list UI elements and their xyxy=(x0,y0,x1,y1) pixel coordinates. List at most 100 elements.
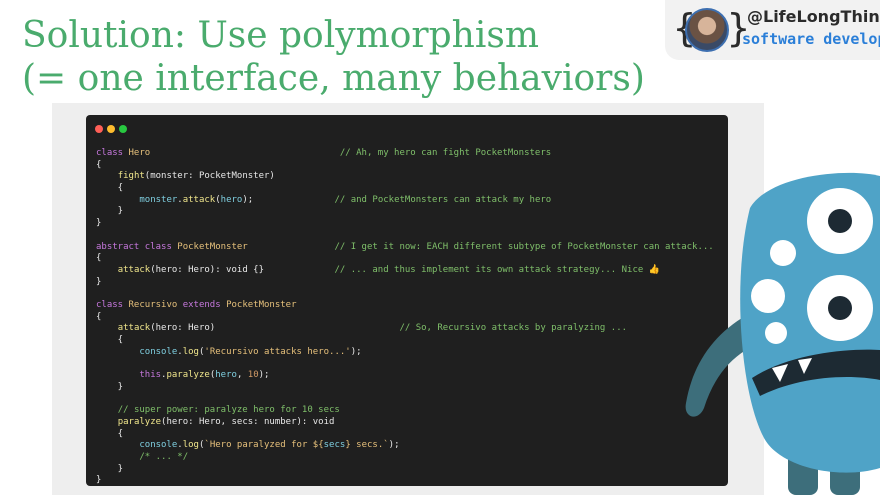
code-line: { xyxy=(96,160,714,172)
code-token: paralyze xyxy=(117,416,162,427)
code-token: Hero xyxy=(128,148,151,158)
code-token: (monster: PocketMonster) xyxy=(144,171,275,182)
slide-title: Solution: Use polymorphism (= one interf… xyxy=(22,14,645,100)
code-token: { xyxy=(96,428,124,439)
code-token: hero xyxy=(220,194,243,205)
code-token: , xyxy=(236,370,248,381)
code-token: paralyze xyxy=(166,370,210,381)
code-token: ); xyxy=(258,370,270,381)
code-token: /* ... */ xyxy=(139,451,189,462)
code-line: class Hero // Ah, my hero can fight Pock… xyxy=(96,148,714,160)
code-line: paralyze(hero: Hero, secs: number): void xyxy=(96,417,714,429)
minimize-window-icon[interactable] xyxy=(107,125,115,133)
slide-title-line-2: (= one interface, many behaviors) xyxy=(22,58,645,99)
code-line: } xyxy=(96,218,714,230)
code-token: 'Recursivo attacks hero...' xyxy=(204,346,351,357)
code-token: attack xyxy=(117,264,151,275)
code-line: attack(hero: Hero): void {} // ... and t… xyxy=(96,265,714,277)
code-token: { xyxy=(96,183,124,194)
code-line: abstract class PocketMonster // I get it… xyxy=(96,242,714,254)
close-window-icon[interactable] xyxy=(95,125,103,133)
code-token: fight xyxy=(117,171,145,182)
code-line: } xyxy=(96,382,714,394)
code-token: 10 xyxy=(247,370,259,381)
code-line: { xyxy=(96,253,714,265)
code-token: } secs.` xyxy=(345,440,389,451)
code-line: } xyxy=(96,475,714,487)
maximize-window-icon[interactable] xyxy=(119,125,127,133)
code-token: class xyxy=(96,299,129,310)
code-token: abstract class xyxy=(96,241,178,252)
code-line: /* ... */ xyxy=(96,452,714,464)
code-token: { xyxy=(96,253,102,264)
code-token: PocketMonster xyxy=(177,241,248,252)
code-line: console.log(`Hero paralyzed for ${secs} … xyxy=(96,440,714,452)
code-token: } xyxy=(96,276,102,287)
avatar xyxy=(685,8,729,52)
code-line: } xyxy=(96,206,714,218)
code-line: fight(monster: PocketMonster) xyxy=(96,171,714,183)
code-token: ); xyxy=(350,346,362,357)
code-line: } xyxy=(96,464,714,476)
code-token: { xyxy=(96,311,102,322)
code-block: class Hero // Ah, my hero can fight Pock… xyxy=(96,148,714,487)
code-token: log xyxy=(182,346,199,357)
code-line: { xyxy=(96,312,714,324)
code-token: (hero: Hero) xyxy=(150,323,400,334)
code-token: // Ah, my hero can fight PocketMonsters xyxy=(339,148,552,158)
code-token: } xyxy=(96,381,124,392)
code-token: // and PocketMonsters can attack my hero xyxy=(334,194,552,205)
code-line: { xyxy=(96,335,714,347)
monster-mascot-illustration xyxy=(685,172,880,495)
slide-title-line-1: Solution: Use polymorphism xyxy=(22,15,539,56)
code-token: // ... and thus implement its own attack… xyxy=(334,264,660,275)
code-token: ); xyxy=(242,194,335,205)
code-token: log xyxy=(182,440,199,451)
code-token: PocketMonster xyxy=(226,299,297,310)
code-token: `Hero paralyzed for ${ xyxy=(204,440,324,451)
code-token: (hero: Hero, secs: number): void xyxy=(161,416,335,427)
code-token: extends xyxy=(182,299,227,310)
code-token: } xyxy=(96,218,102,229)
code-line: class Recursivo extends PocketMonster xyxy=(96,300,714,312)
author-role: software developer xyxy=(742,30,880,48)
code-token: { xyxy=(96,159,102,170)
code-token: ); xyxy=(388,440,400,451)
code-token: monster xyxy=(139,194,178,205)
code-token: { xyxy=(96,335,124,345)
code-token: // I get it now: EACH different subtype … xyxy=(334,241,714,252)
code-line: { xyxy=(96,183,714,195)
code-line: console.log('Recursivo attacks hero...')… xyxy=(96,347,714,359)
code-token: } xyxy=(96,475,102,486)
code-line: monster.attack(hero); // and PocketMonst… xyxy=(96,195,714,207)
code-token: class xyxy=(96,148,129,158)
code-token: this xyxy=(139,370,162,381)
code-line: { xyxy=(96,429,714,441)
author-badge: { } @LifeLongThinker software developer xyxy=(665,0,880,60)
code-line: attack(hero: Hero) // So, Recursivo atta… xyxy=(96,323,714,335)
code-line: } xyxy=(96,277,714,289)
code-line: // super power: paralyze hero for 10 sec… xyxy=(96,405,714,417)
code-token: hero xyxy=(215,370,237,381)
author-handle: @LifeLongThinker xyxy=(747,7,880,26)
code-token: console xyxy=(139,346,178,357)
code-token: } xyxy=(96,463,124,474)
code-token: console xyxy=(139,440,178,451)
code-token: attack xyxy=(182,194,216,205)
code-token: } xyxy=(96,206,124,217)
